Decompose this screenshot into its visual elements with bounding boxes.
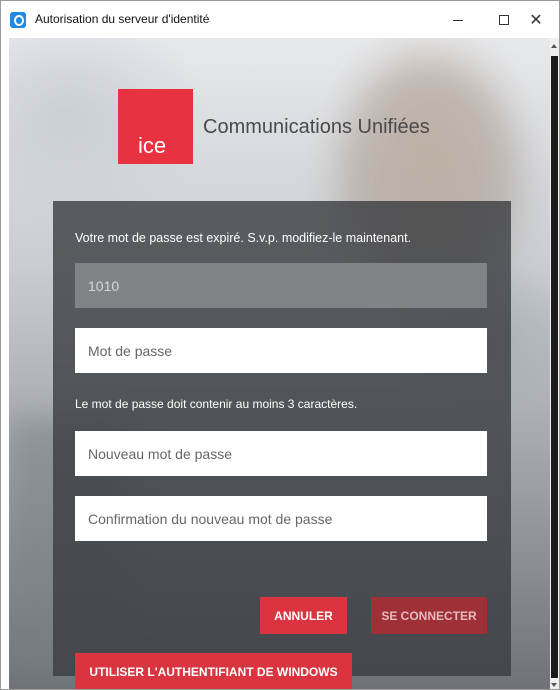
password-rule-message: Le mot de passe doit contenir au moins 3… xyxy=(75,397,358,411)
title-bar[interactable]: Autorisation du serveur d'identité ✕ xyxy=(1,1,559,38)
logo: ice xyxy=(118,89,193,164)
close-button[interactable]: ✕ xyxy=(513,1,559,38)
logo-text: ice xyxy=(138,133,167,158)
scroll-thumb[interactable] xyxy=(551,56,558,678)
minimize-icon xyxy=(453,20,463,21)
username-field xyxy=(75,263,487,308)
cancel-button[interactable]: ANNULER xyxy=(260,597,347,634)
app-window: Autorisation du serveur d'identité ✕ ice… xyxy=(0,0,560,690)
minimize-button[interactable] xyxy=(435,1,481,38)
app-icon xyxy=(10,12,26,28)
scroll-up-icon[interactable] xyxy=(551,44,557,48)
maximize-icon xyxy=(499,14,509,25)
connect-button[interactable]: SE CONNECTER xyxy=(371,597,487,634)
login-panel: Votre mot de passe est expiré. S.v.p. mo… xyxy=(53,201,511,689)
vertical-scrollbar[interactable] xyxy=(550,38,559,689)
content-area: ice Communications Unifiées Votre mot de… xyxy=(9,38,550,689)
new-password-field[interactable] xyxy=(75,431,487,476)
password-field[interactable] xyxy=(75,328,487,373)
scroll-down-icon[interactable] xyxy=(551,683,557,687)
brand-name: Communications Unifiées xyxy=(203,116,430,138)
windows-auth-button[interactable]: UTILISER L'AUTHENTIFIANT DE WINDOWS xyxy=(75,653,352,689)
window-title: Autorisation du serveur d'identité xyxy=(35,12,210,26)
expired-message: Votre mot de passe est expiré. S.v.p. mo… xyxy=(75,231,412,245)
confirm-password-field[interactable] xyxy=(75,496,487,541)
